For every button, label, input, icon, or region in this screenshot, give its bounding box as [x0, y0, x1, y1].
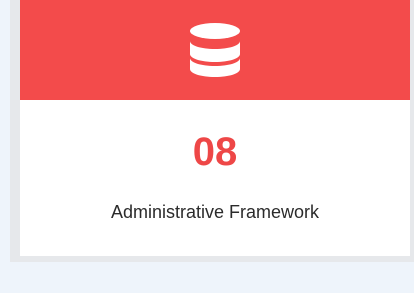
card-label: Administrative Framework — [110, 202, 320, 222]
card-number: 08 — [192, 130, 238, 174]
card-body: 08 Administrative Framework — [20, 0, 410, 256]
database-icon — [185, 20, 245, 80]
card: 08 Administrative Framework — [10, 0, 414, 262]
card-header — [20, 0, 410, 100]
